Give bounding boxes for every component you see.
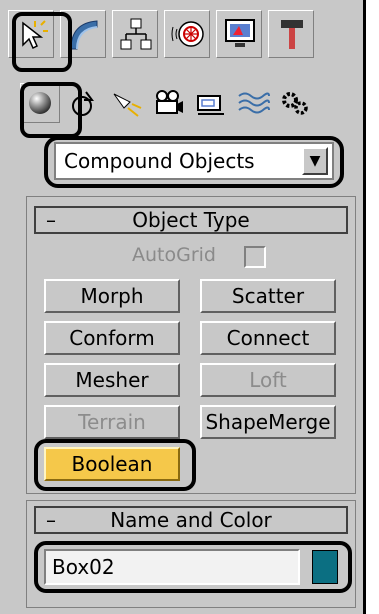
create-subcategory-row [20, 80, 312, 126]
autogrid-checkbox[interactable] [244, 246, 266, 268]
geometry-sphere-icon [29, 92, 51, 114]
space-warps-button[interactable] [236, 86, 270, 120]
geometry-button[interactable] [20, 83, 60, 123]
collapse-icon: – [46, 208, 56, 232]
command-panel: Compound Objects ▼ – Object Type AutoGri… [0, 0, 366, 614]
chevron-down-icon[interactable]: ▼ [302, 147, 328, 175]
tab-modify[interactable] [60, 10, 106, 58]
rollout-title: Name and Color [110, 508, 272, 532]
boolean-button[interactable]: Boolean [44, 447, 180, 481]
modify-icon [70, 20, 98, 50]
systems-button[interactable] [278, 86, 312, 120]
command-panel-tabs [8, 10, 358, 66]
terrain-button[interactable]: Terrain [44, 405, 180, 439]
space-warps-icon [238, 92, 270, 114]
object-type-rollout-header[interactable]: – Object Type [34, 206, 348, 234]
scatter-button[interactable]: Scatter [200, 279, 336, 313]
helpers-button[interactable] [194, 86, 228, 120]
cameras-button[interactable] [152, 86, 186, 120]
category-dropdown-value: Compound Objects [64, 149, 255, 173]
shapes-button[interactable] [68, 86, 102, 120]
helpers-icon [197, 95, 224, 115]
shapemerge-button[interactable]: ShapeMerge [200, 405, 336, 439]
shapes-icon [72, 91, 94, 116]
object-name-field[interactable]: Box02 [44, 549, 300, 585]
connect-button[interactable]: Connect [200, 321, 336, 355]
cameras-icon [156, 90, 183, 114]
tab-utilities[interactable] [268, 10, 314, 58]
morph-button[interactable]: Morph [44, 279, 180, 313]
tab-display[interactable] [216, 10, 262, 58]
rollout-title: Object Type [132, 208, 250, 232]
display-icon [225, 19, 255, 47]
loft-button[interactable]: Loft [200, 363, 336, 397]
hierarchy-icon [120, 18, 152, 50]
object-color-swatch[interactable] [312, 550, 338, 584]
systems-icon [282, 92, 308, 115]
mesher-button[interactable]: Mesher [44, 363, 180, 397]
tab-hierarchy[interactable] [112, 10, 158, 58]
lights-icon [113, 93, 142, 117]
lights-button[interactable] [110, 86, 144, 120]
motion-icon [171, 21, 204, 47]
tab-create[interactable] [8, 10, 54, 58]
collapse-icon: – [46, 508, 56, 532]
autogrid-label: AutoGrid [132, 244, 216, 266]
category-dropdown[interactable]: Compound Objects ▼ [54, 142, 334, 180]
create-cursor-icon [22, 20, 48, 50]
tab-motion[interactable] [164, 10, 210, 58]
conform-button[interactable]: Conform [44, 321, 180, 355]
utilities-hammer-icon [281, 20, 303, 49]
name-and-color-rollout-header[interactable]: – Name and Color [34, 506, 348, 534]
